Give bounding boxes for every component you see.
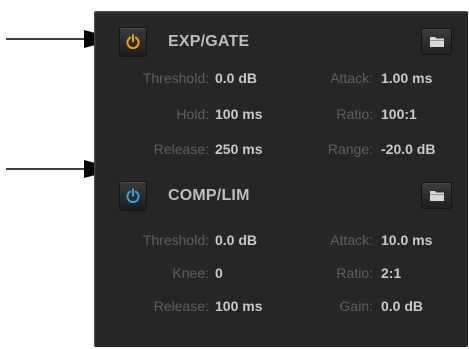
exp-gate-attack-value[interactable]: 1.00 ms [381, 70, 432, 86]
exp-gate-ratio-value[interactable]: 100:1 [381, 106, 417, 122]
folder-icon [429, 191, 444, 201]
power-icon [126, 188, 140, 203]
exp-gate-release-label: Release: [153, 141, 209, 157]
comp-lim-knee-value[interactable]: 0 [215, 265, 223, 281]
comp-lim-row-threshold-attack: Threshold: 0.0 dB Attack: 10.0 ms [95, 232, 467, 252]
exp-gate-range-value[interactable]: -20.0 dB [381, 141, 435, 157]
comp-lim-header: COMP/LIM [95, 181, 467, 213]
dynamics-panel: EXP/GATE Threshold: 0.0 dB Attack: 1.00 … [94, 11, 468, 347]
comp-lim-row-release-gain: Release: 100 ms Gain: 0.0 dB [95, 298, 467, 318]
comp-lim-gain-label: Gain: [339, 298, 373, 314]
exp-gate-power-button[interactable] [119, 27, 147, 57]
comp-lim-release-value[interactable]: 100 ms [215, 298, 262, 314]
exp-gate-header: EXP/GATE [95, 27, 467, 59]
power-icon [126, 34, 140, 49]
comp-lim-attack-label: Attack: [330, 232, 373, 248]
exp-gate-threshold-label: Threshold: [142, 70, 209, 86]
exp-gate-release-value[interactable]: 250 ms [215, 141, 262, 157]
comp-lim-row-knee-ratio: Knee: 0 Ratio: 2:1 [95, 265, 467, 285]
exp-gate-range-label: Range: [327, 141, 373, 157]
folder-icon [429, 37, 444, 47]
comp-lim-threshold-label: Threshold: [142, 232, 209, 248]
screenshot-stage: EXP/GATE Threshold: 0.0 dB Attack: 1.00 … [0, 0, 469, 349]
exp-gate-row-threshold-attack: Threshold: 0.0 dB Attack: 1.00 ms [95, 70, 467, 90]
comp-lim-ratio-label: Ratio: [336, 265, 373, 281]
comp-lim-gain-value[interactable]: 0.0 dB [381, 298, 423, 314]
comp-lim-ratio-value[interactable]: 2:1 [381, 265, 401, 281]
comp-lim-title: COMP/LIM [168, 187, 250, 204]
exp-gate-attack-label: Attack: [330, 70, 373, 86]
comp-lim-knee-label: Knee: [172, 265, 209, 281]
exp-gate-preset-button[interactable] [421, 28, 452, 55]
comp-lim-preset-button[interactable] [421, 182, 452, 209]
comp-lim-power-button[interactable] [119, 181, 147, 211]
exp-gate-hold-value[interactable]: 100 ms [215, 106, 262, 122]
exp-gate-row-release-range: Release: 250 ms Range: -20.0 dB [95, 141, 467, 161]
comp-lim-release-label: Release: [153, 298, 209, 314]
comp-lim-attack-value[interactable]: 10.0 ms [381, 232, 432, 248]
exp-gate-row-hold-ratio: Hold: 100 ms Ratio: 100:1 [95, 106, 467, 126]
exp-gate-threshold-value[interactable]: 0.0 dB [215, 70, 257, 86]
exp-gate-ratio-label: Ratio: [336, 106, 373, 122]
exp-gate-hold-label: Hold: [176, 106, 209, 122]
comp-lim-threshold-value[interactable]: 0.0 dB [215, 232, 257, 248]
exp-gate-title: EXP/GATE [168, 33, 250, 50]
